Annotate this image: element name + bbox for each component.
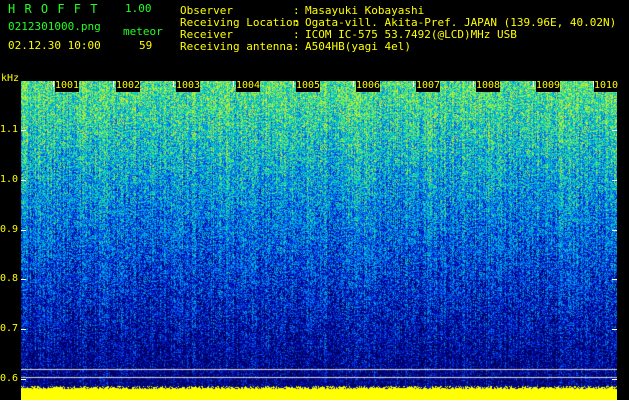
y-tick-mark [612, 379, 617, 380]
x-tick-label: 1004 [236, 80, 261, 92]
x-tick-mark [293, 81, 294, 87]
x-tick-label: 1008 [476, 80, 501, 92]
x-tick-label: 1010 [594, 80, 619, 92]
y-tick-mark [612, 279, 617, 280]
info-sep: : [293, 40, 300, 53]
x-tick-mark [233, 81, 234, 87]
y-tick-mark [21, 279, 26, 280]
y-tick-label: 0.6 [0, 373, 19, 384]
y-tick-label: 0.9 [0, 224, 19, 235]
y-tick-mark [612, 130, 617, 131]
x-tick-mark [413, 81, 414, 87]
x-tick-mark [473, 81, 474, 87]
x-tick-label: 1001 [55, 80, 80, 92]
x-tick-label: 1009 [536, 80, 561, 92]
y-tick-mark [21, 230, 26, 231]
y-tick-mark [21, 130, 26, 131]
y-tick-mark [21, 329, 26, 330]
x-tick-mark [53, 81, 54, 87]
y-tick-mark [612, 329, 617, 330]
x-tick-label: 1003 [176, 80, 201, 92]
x-tick-mark [173, 81, 174, 87]
y-tick-label: 0.7 [0, 323, 19, 334]
meteor-count: 59 [139, 39, 153, 52]
datetime-label: 02.12.30 10:00 [8, 39, 101, 52]
x-tick-mark [113, 81, 114, 87]
y-tick-mark [21, 379, 26, 380]
x-tick-mark [533, 81, 534, 87]
y-axis-unit: kHz [1, 73, 20, 84]
x-tick-label: 1007 [416, 80, 441, 92]
x-tick-label: 1006 [356, 80, 381, 92]
filename-label: 0212301000.png [8, 20, 101, 33]
info-key-antenna: Receiving antenna [180, 40, 293, 53]
x-tick-label: 1005 [296, 80, 321, 92]
info-value-antenna: A504HB(yagi 4el) [305, 40, 411, 53]
y-tick-mark [21, 180, 26, 181]
app-title: H R O F F T [8, 2, 99, 16]
y-tick-label: 1.1 [0, 124, 19, 135]
x-tick-mark [353, 81, 354, 87]
y-tick-mark [612, 230, 617, 231]
y-tick-mark [612, 180, 617, 181]
app-version: 1.00 [125, 2, 152, 15]
y-tick-label: 0.8 [0, 273, 19, 284]
spectrogram-canvas [21, 81, 617, 400]
y-tick-label: 1.0 [0, 174, 19, 185]
x-tick-label: 1002 [116, 80, 141, 92]
meteor-label: meteor [123, 25, 163, 38]
